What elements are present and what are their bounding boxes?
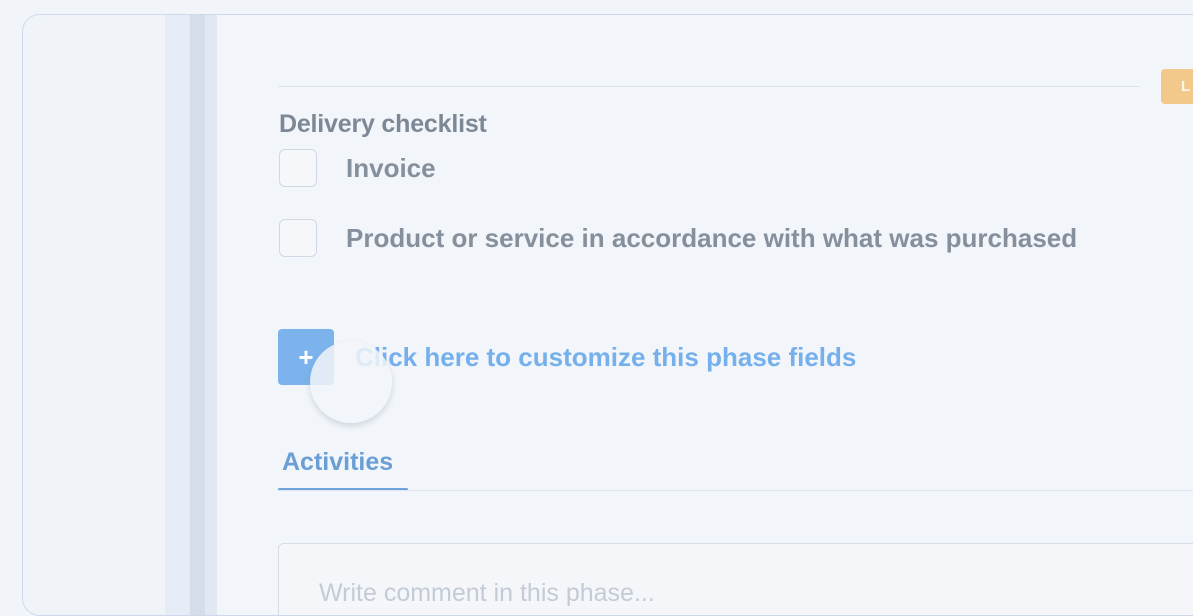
panel-edge-inner: [205, 15, 217, 615]
customize-fields-button[interactable]: + Click here to customize this phase fie…: [278, 329, 856, 385]
comment-input[interactable]: [279, 544, 1193, 615]
tab-activities-label: Activities: [282, 448, 394, 476]
left-pane: [23, 15, 165, 615]
phase-card: L Delivery checklist Invoice Product or …: [22, 14, 1193, 616]
checklist-item[interactable]: Product or service in accordance with wh…: [279, 217, 1077, 259]
phase-content: [217, 15, 1193, 615]
phase-tag[interactable]: L: [1161, 69, 1193, 104]
tab-activities[interactable]: Activities: [278, 445, 408, 491]
checklist-item-label: Invoice: [346, 152, 436, 183]
comment-box[interactable]: [278, 543, 1193, 615]
checklist-item-label: Product or service in accordance with wh…: [346, 222, 1078, 253]
panel-edge-accent: [190, 15, 205, 615]
checklist-title: Delivery checklist: [279, 110, 487, 138]
checklist-checkbox[interactable]: [279, 219, 317, 257]
tab-divider: [278, 490, 1193, 491]
checklist-item[interactable]: Invoice: [279, 147, 436, 189]
customize-fields-label[interactable]: Click here to customize this phase field…: [355, 342, 856, 373]
section-divider: [278, 86, 1140, 87]
plus-icon[interactable]: +: [278, 329, 334, 385]
checklist-checkbox[interactable]: [279, 149, 317, 187]
panel-edge: [165, 15, 190, 615]
